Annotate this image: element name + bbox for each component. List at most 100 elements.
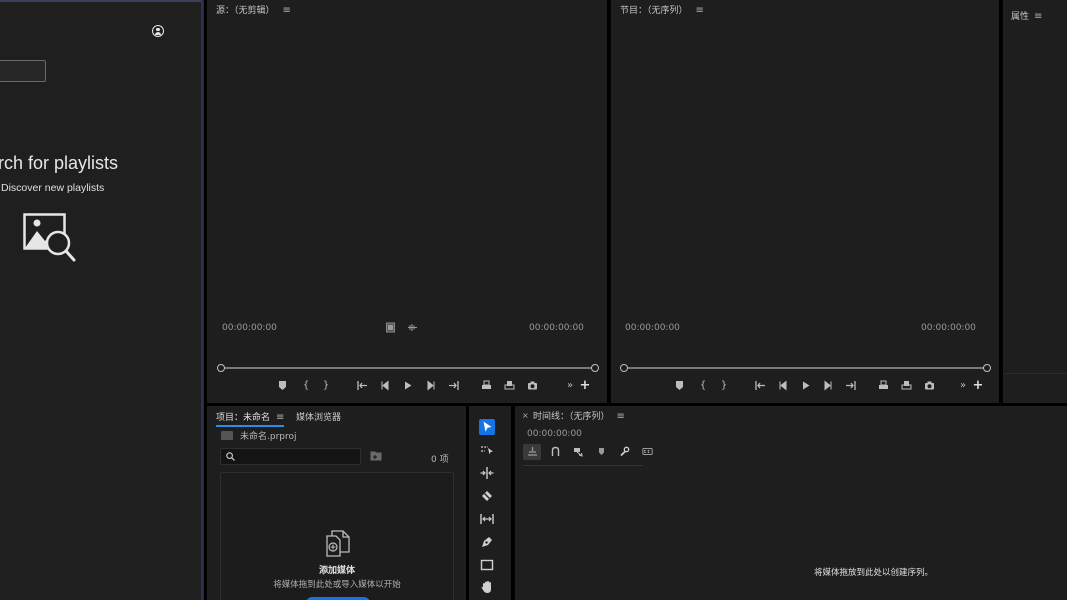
divider — [1003, 373, 1067, 374]
user-account-icon[interactable] — [152, 25, 164, 37]
source-duration-timecode: 00:00:00:00 — [529, 323, 584, 333]
step-forward-icon[interactable] — [820, 379, 834, 393]
properties-title[interactable]: 属性 — [1011, 12, 1029, 22]
add-marker-icon[interactable] — [592, 444, 610, 460]
insert-icon[interactable] — [479, 379, 493, 393]
go-to-in-icon[interactable] — [753, 379, 767, 393]
play-icon[interactable] — [798, 379, 812, 393]
playlist-search-input[interactable] — [0, 60, 46, 82]
hand-tool-icon[interactable] — [479, 579, 495, 595]
add-marker-icon[interactable] — [672, 379, 686, 393]
program-monitor-header: 节目：（无序列） ≡ — [620, 3, 704, 16]
timeline-empty-message: 将媒体拖放到此处以创建序列。 — [814, 568, 934, 578]
scrub-out-handle[interactable] — [983, 364, 991, 372]
source-playhead-timecode[interactable]: 00:00:00:00 — [222, 323, 277, 333]
panel-menu-icon[interactable]: ≡ — [617, 411, 625, 422]
razor-tool-icon[interactable] — [479, 488, 495, 504]
mark-out-icon[interactable]: } — [319, 379, 333, 393]
more-controls-icon[interactable]: » — [956, 379, 970, 393]
project-panel: 项目：未命名 ≡ 媒体浏览器 未命名.prproj 0 项 添加媒体 将媒体拖到此… — [207, 406, 466, 600]
timeline-settings-wrench-icon[interactable] — [615, 444, 633, 460]
timeline-title[interactable]: 时间线：（无序列） — [533, 412, 610, 422]
source-monitor-header: 源：（无剪辑） ≡ — [216, 3, 291, 16]
linked-selection-icon[interactable] — [569, 444, 587, 460]
media-drop-area[interactable]: 添加媒体 将媒体拖到此处或导入媒体以开始 — [220, 472, 454, 600]
add-media-title: 添加媒体 — [318, 566, 355, 576]
scrub-in-handle[interactable] — [620, 364, 628, 372]
step-forward-icon[interactable] — [423, 379, 437, 393]
insert-sequence-as-nest-icon[interactable] — [523, 444, 541, 460]
tab-media-browser[interactable]: 媒体浏览器 — [296, 410, 341, 423]
mark-in-icon[interactable]: { — [299, 379, 313, 393]
project-file-name: 未命名.prproj — [240, 432, 297, 442]
timeline-header: 时间线：（无序列） ≡ — [533, 409, 625, 422]
lift-icon[interactable] — [876, 379, 890, 393]
image-search-icon — [23, 213, 76, 262]
go-to-in-icon[interactable] — [355, 379, 369, 393]
search-icon — [226, 452, 235, 461]
scrub-out-handle[interactable] — [591, 364, 599, 372]
tools-panel — [469, 406, 511, 600]
program-transport-controls: { } » + — [672, 379, 992, 393]
item-count: 0 项 — [431, 455, 449, 465]
close-panel-icon[interactable]: × — [522, 411, 529, 420]
program-duration-timecode: 00:00:00:00 — [921, 323, 976, 333]
add-marker-icon[interactable] — [275, 379, 289, 393]
go-to-out-icon[interactable] — [446, 379, 460, 393]
source-monitor: 源：（无剪辑） ≡ 00:00:00:00 00:00:00:00 { } » + — [207, 0, 607, 403]
panel-focus-border-top — [0, 0, 203, 2]
overwrite-icon[interactable] — [502, 379, 516, 393]
panel-menu-icon[interactable]: ≡ — [1034, 11, 1042, 22]
timeline-playhead-timecode[interactable]: 00:00:00:00 — [527, 429, 582, 439]
mark-out-icon[interactable]: } — [717, 379, 731, 393]
export-frame-icon[interactable] — [525, 379, 539, 393]
properties-header: 属性 ≡ — [1011, 9, 1042, 22]
playlists-subheading: Discover new playlists — [1, 182, 105, 194]
source-monitor-title[interactable]: 源：（无剪辑） — [216, 6, 275, 16]
play-icon[interactable] — [400, 379, 414, 393]
go-to-out-icon[interactable] — [843, 379, 857, 393]
panel-menu-icon[interactable]: ≡ — [276, 412, 284, 423]
program-scrub-bar[interactable] — [620, 364, 991, 372]
source-scrub-bar[interactable] — [217, 364, 599, 372]
program-monitor-title[interactable]: 节目：（无序列） — [620, 6, 688, 16]
add-media-description: 将媒体拖到此处或导入媒体以开始 — [273, 580, 401, 590]
timeline-panel: × 时间线：（无序列） ≡ 00:00:00:00 将媒体拖放到此处以创建序列。 — [515, 406, 1067, 600]
project-search-input[interactable] — [220, 448, 361, 465]
tab-project[interactable]: 项目：未命名 ≡ — [216, 410, 285, 427]
scrub-track — [217, 367, 599, 369]
export-frame-icon[interactable] — [922, 379, 936, 393]
rectangle-tool-icon[interactable] — [479, 557, 495, 573]
playlists-heading: arch for playlists — [0, 153, 119, 173]
extract-icon[interactable] — [899, 379, 913, 393]
learn-panel: arch for playlists Discover new playlist… — [0, 0, 204, 600]
program-playhead-timecode[interactable]: 00:00:00:00 — [625, 323, 680, 333]
program-monitor: 节目：（无序列） ≡ 00:00:00:00 00:00:00:00 { } » … — [611, 0, 999, 403]
mark-in-icon[interactable]: { — [696, 379, 710, 393]
new-bin-icon[interactable] — [370, 451, 382, 461]
source-transport-controls: { } » + — [275, 379, 605, 393]
divider — [523, 465, 643, 466]
panel-menu-icon[interactable]: ≡ — [283, 5, 291, 16]
more-controls-icon[interactable]: » — [563, 379, 577, 393]
drag-audio-only-icon[interactable] — [405, 321, 419, 335]
button-editor-plus-icon[interactable]: + — [971, 379, 985, 393]
drag-video-only-icon[interactable] — [383, 321, 397, 335]
folder-icon — [221, 431, 233, 440]
scrub-in-handle[interactable] — [217, 364, 225, 372]
panel-menu-icon[interactable]: ≡ — [696, 5, 704, 16]
properties-panel: 属性 ≡ — [1003, 0, 1067, 403]
selection-tool-icon[interactable] — [479, 419, 495, 435]
captions-icon[interactable] — [638, 444, 656, 460]
track-select-tool-icon[interactable] — [479, 442, 495, 458]
pen-tool-icon[interactable] — [479, 534, 495, 550]
add-media-icon — [326, 530, 350, 557]
button-editor-plus-icon[interactable]: + — [578, 379, 592, 393]
step-back-icon[interactable] — [378, 379, 392, 393]
ripple-edit-tool-icon[interactable] — [479, 465, 495, 481]
step-back-icon[interactable] — [776, 379, 790, 393]
tab-project-label: 项目：未命名 — [216, 413, 271, 423]
snap-icon[interactable] — [546, 444, 564, 460]
slip-tool-icon[interactable] — [479, 511, 495, 527]
project-file-path: 未命名.prproj — [221, 429, 297, 442]
